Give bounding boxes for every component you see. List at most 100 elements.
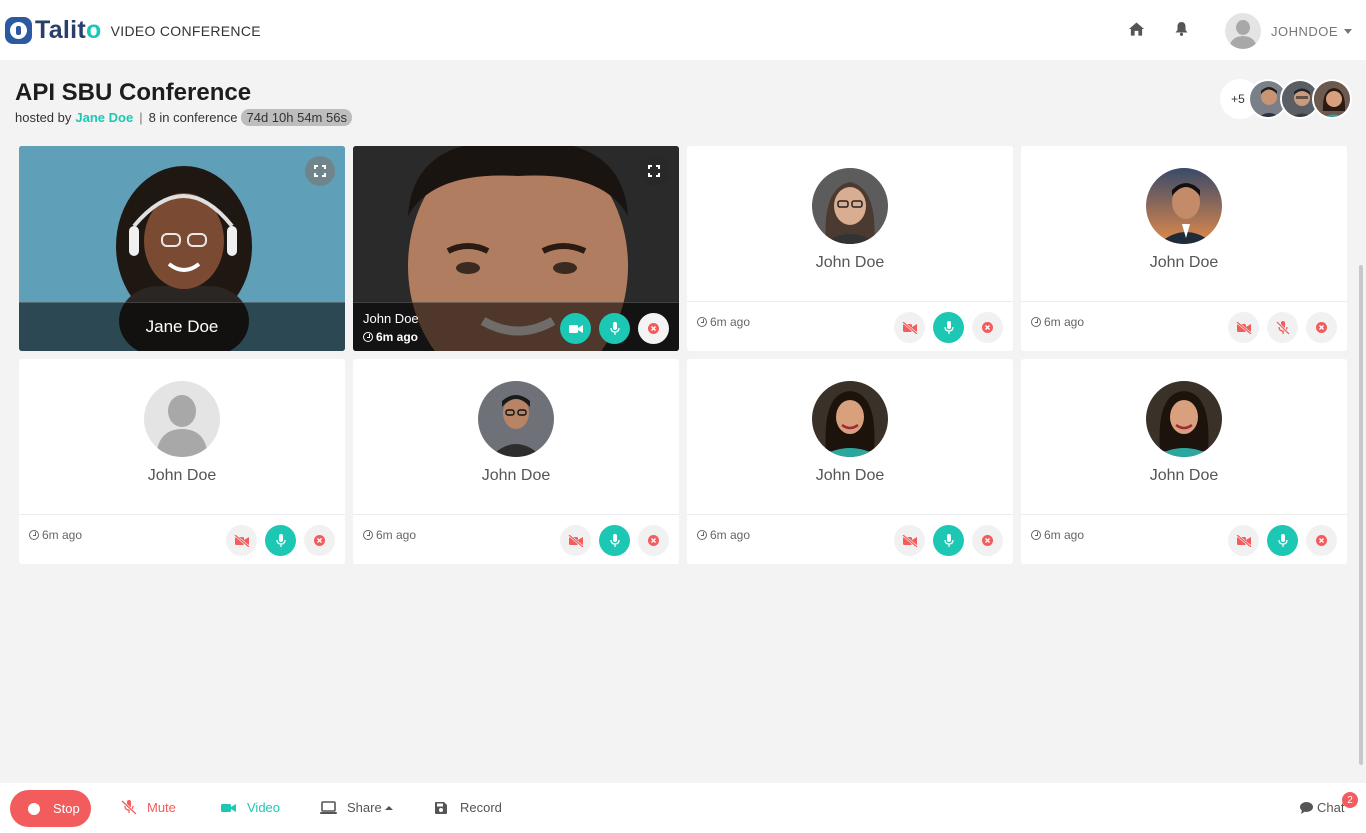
tile-controls bbox=[560, 313, 669, 344]
clock-icon bbox=[697, 317, 707, 327]
microphone-icon bbox=[609, 321, 620, 335]
stop-icon bbox=[28, 802, 40, 815]
clock-icon bbox=[363, 530, 373, 540]
participant-name: John Doe bbox=[147, 467, 217, 484]
participant-avatar[interactable] bbox=[1312, 79, 1352, 119]
remove-participant-button[interactable] bbox=[638, 525, 669, 556]
clock-icon bbox=[363, 332, 373, 342]
participant-tile[interactable]: John Doe 6m ago bbox=[353, 146, 679, 351]
bell-icon[interactable] bbox=[1172, 20, 1190, 38]
video-slash-icon bbox=[567, 534, 584, 547]
participant-name: John Doe bbox=[363, 311, 419, 326]
app-label: VIDEO CONFERENCE bbox=[110, 22, 261, 39]
mic-on-button[interactable] bbox=[933, 525, 964, 556]
tile-controls bbox=[1228, 312, 1337, 343]
participant-name: John Doe bbox=[815, 467, 885, 484]
avatar bbox=[1146, 168, 1222, 244]
participants-stack[interactable]: +5 bbox=[1220, 79, 1352, 119]
share-button[interactable]: Share bbox=[320, 800, 393, 815]
close-circle-icon bbox=[1316, 322, 1327, 333]
camera-on-button[interactable] bbox=[560, 313, 591, 344]
logo-icon bbox=[5, 17, 32, 44]
camera-off-button[interactable] bbox=[894, 312, 925, 343]
camera-off-button[interactable] bbox=[226, 525, 257, 556]
mic-on-button[interactable] bbox=[599, 525, 630, 556]
record-button[interactable]: Record bbox=[435, 800, 502, 815]
microphone-slash-icon bbox=[1275, 320, 1290, 335]
user-menu[interactable]: JOHNDOE bbox=[1225, 13, 1353, 49]
camera-off-button[interactable] bbox=[1228, 525, 1259, 556]
avatar bbox=[812, 168, 888, 244]
remove-participant-button[interactable] bbox=[304, 525, 335, 556]
brand[interactable]: Talito VIDEO CONFERENCE bbox=[5, 16, 261, 45]
save-icon bbox=[435, 801, 447, 814]
avatar bbox=[144, 381, 220, 457]
remove-participant-button[interactable] bbox=[1306, 312, 1337, 343]
tile-footer: 6m ago bbox=[1021, 301, 1347, 351]
top-navbar: Talito VIDEO CONFERENCE JOHNDOE bbox=[0, 0, 1366, 60]
hosted-by-label: hosted by bbox=[15, 110, 72, 125]
close-circle-icon bbox=[648, 323, 659, 334]
username: JOHNDOE bbox=[1271, 23, 1339, 39]
host-name[interactable]: Jane Doe bbox=[75, 110, 133, 125]
mic-on-button[interactable] bbox=[1267, 525, 1298, 556]
chevron-up-icon bbox=[384, 805, 393, 810]
participant-tile[interactable]: John Doe 6m ago bbox=[1021, 359, 1347, 564]
last-active: 6m ago bbox=[1031, 528, 1084, 542]
mic-on-button[interactable] bbox=[599, 313, 630, 344]
remove-participant-button[interactable] bbox=[1306, 525, 1337, 556]
tile-controls bbox=[560, 525, 669, 556]
stop-button[interactable]: Stop bbox=[10, 790, 91, 827]
tile-controls bbox=[894, 312, 1003, 343]
avatar bbox=[478, 381, 554, 457]
video-button[interactable]: Video bbox=[221, 800, 280, 815]
close-circle-icon bbox=[982, 535, 993, 546]
avatar bbox=[1146, 381, 1222, 457]
tile-footer: 6m ago bbox=[353, 514, 679, 564]
participant-tile[interactable]: Jane Doe bbox=[19, 146, 345, 351]
chevron-down-icon bbox=[1344, 28, 1353, 34]
video-slash-icon bbox=[901, 534, 918, 547]
last-active: 6m ago bbox=[1031, 315, 1084, 329]
participant-tile[interactable]: John Doe 6m ago bbox=[1021, 146, 1347, 351]
participant-tile[interactable]: John Doe 6m ago bbox=[687, 359, 1013, 564]
tile-overlay: John Doe 6m ago bbox=[353, 302, 679, 351]
conference-timer: 74d 10h 54m 56s bbox=[241, 109, 352, 126]
mic-off-button[interactable] bbox=[1267, 312, 1298, 343]
clock-icon bbox=[697, 530, 707, 540]
home-icon[interactable] bbox=[1127, 20, 1145, 38]
separator: | bbox=[139, 110, 143, 125]
camera-off-button[interactable] bbox=[894, 525, 925, 556]
participant-tile[interactable]: John Doe 6m ago bbox=[19, 359, 345, 564]
participant-tile[interactable]: John Doe 6m ago bbox=[687, 146, 1013, 351]
close-circle-icon bbox=[982, 322, 993, 333]
microphone-icon bbox=[609, 533, 620, 547]
page-title: API SBU Conference bbox=[15, 79, 252, 106]
participant-name: John Doe bbox=[1149, 467, 1219, 484]
conference-meta: hosted by Jane Doe | 8 in conference 74d… bbox=[15, 109, 352, 126]
scrollbar-thumb[interactable] bbox=[1359, 265, 1363, 765]
participant-name: John Doe bbox=[815, 254, 885, 271]
mic-on-button[interactable] bbox=[933, 312, 964, 343]
remove-participant-button[interactable] bbox=[972, 525, 1003, 556]
participant-name: John Doe bbox=[1149, 254, 1219, 271]
microphone-icon bbox=[943, 320, 954, 334]
fullscreen-button[interactable] bbox=[639, 156, 669, 186]
close-circle-icon bbox=[648, 535, 659, 546]
microphone-icon bbox=[1277, 533, 1288, 547]
chat-button[interactable]: Chat bbox=[1300, 800, 1344, 815]
mute-button[interactable]: Mute bbox=[121, 800, 176, 815]
logo-text: Talito bbox=[35, 16, 102, 44]
camera-off-button[interactable] bbox=[1228, 312, 1259, 343]
participant-tile[interactable]: John Doe 6m ago bbox=[353, 359, 679, 564]
remove-participant-button[interactable] bbox=[638, 313, 669, 344]
mic-on-button[interactable] bbox=[265, 525, 296, 556]
avatar bbox=[812, 381, 888, 457]
camera-off-button[interactable] bbox=[560, 525, 591, 556]
remove-participant-button[interactable] bbox=[972, 312, 1003, 343]
tile-overlay: Jane Doe bbox=[19, 302, 345, 351]
video-camera-icon bbox=[568, 324, 583, 333]
laptop-icon bbox=[320, 801, 337, 814]
fullscreen-button[interactable] bbox=[305, 156, 335, 186]
expand-icon bbox=[314, 165, 326, 177]
